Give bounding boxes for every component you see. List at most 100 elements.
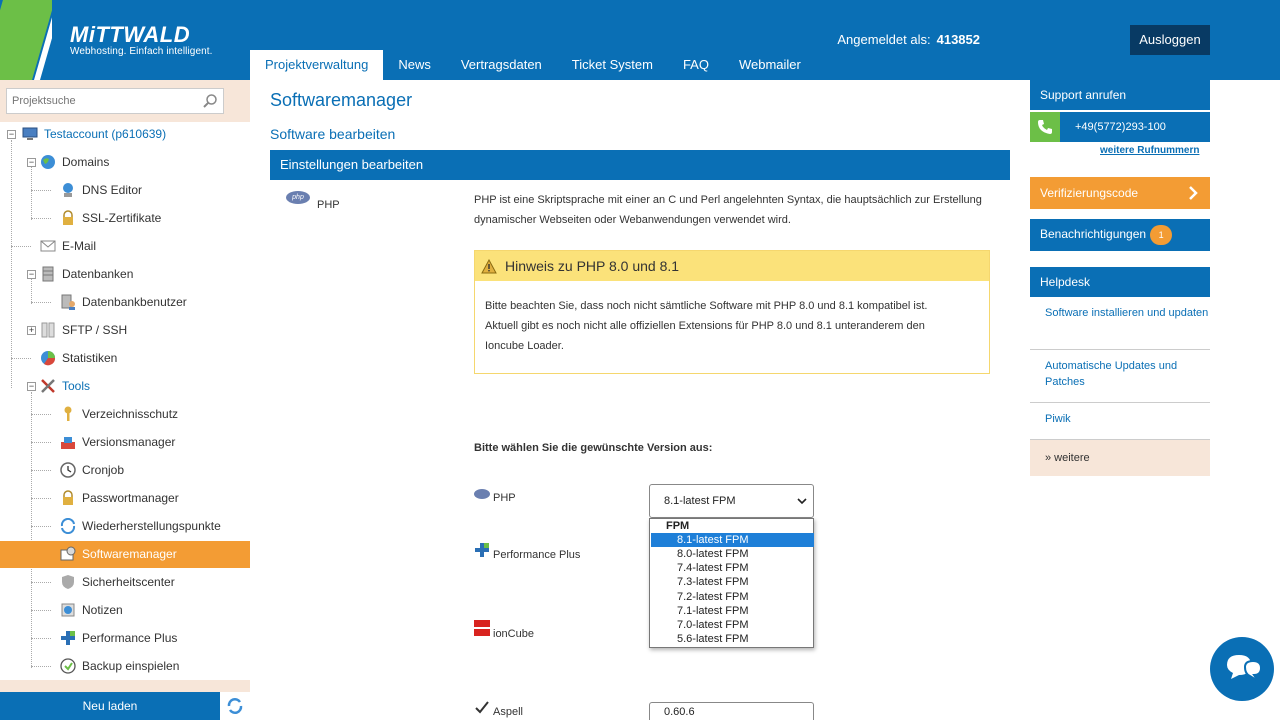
software-icon — [60, 546, 76, 561]
notice-title: Hinweis zu PHP 8.0 und 8.1 — [505, 258, 680, 274]
main-nav: Projektverwaltung News Vertragsdaten Tic… — [250, 50, 816, 80]
chevron-down-icon — [797, 498, 807, 505]
help-link-updates[interactable]: Automatische Updates und Patches — [1030, 358, 1210, 403]
database-user-icon — [61, 294, 75, 310]
chat-icon — [1227, 655, 1263, 682]
logout-button[interactable]: Ausloggen — [1130, 25, 1210, 55]
tree-notizen[interactable]: Notizen — [60, 596, 123, 624]
tree-passwortmanager[interactable]: Passwortmanager — [60, 484, 179, 512]
tree-sicherheitscenter[interactable]: Sicherheitscenter — [60, 568, 175, 596]
dropdown-option[interactable]: 7.1-latest FPM — [651, 604, 814, 618]
phone-icon — [1038, 120, 1052, 134]
tree-sftp[interactable]: SFTP / SSH — [40, 316, 127, 344]
tree-tools[interactable]: Tools — [40, 372, 90, 400]
verification-code-button[interactable]: Verifizierungscode — [1030, 177, 1210, 209]
notice-line-2: Aktuell gibt es noch nicht alle offiziel… — [485, 320, 925, 332]
tree-dns-editor[interactable]: DNS Editor — [60, 176, 142, 204]
tree-ssl[interactable]: SSL-Zertifikate — [60, 204, 161, 232]
reload-button[interactable]: Neu laden — [0, 692, 220, 720]
lock-icon — [63, 210, 73, 225]
collapse-datenbanken[interactable]: − — [27, 270, 36, 279]
nav-ticket-system[interactable]: Ticket System — [557, 50, 668, 80]
sidebar-footer-strip — [0, 680, 250, 692]
phone-icon-box — [1030, 112, 1060, 142]
help-link-piwik[interactable]: Piwik — [1030, 411, 1210, 440]
restore-icon — [60, 518, 76, 534]
tree-backup-einspielen[interactable]: Backup einspielen — [60, 652, 179, 680]
chat-widget[interactable] — [1210, 637, 1274, 701]
tree-testaccount[interactable]: Testaccount (p610639) — [22, 120, 166, 148]
notice-line-3: Ioncube Loader. — [485, 340, 564, 352]
tree-statistiken[interactable]: Statistiken — [40, 344, 117, 372]
key-icon — [64, 406, 72, 421]
dropdown-option[interactable]: 7.0-latest FPM — [651, 618, 814, 632]
tree-label: Notizen — [82, 603, 123, 617]
tree-cronjob[interactable]: Cronjob — [60, 456, 124, 484]
nav-projektverwaltung[interactable]: Projektverwaltung — [250, 50, 384, 80]
more-numbers-link[interactable]: weitere Rufnummern — [1100, 145, 1199, 156]
dropdown-option[interactable]: 5.6-latest FPM — [651, 632, 814, 646]
option-label: Performance Plus — [493, 549, 581, 561]
nav-faq[interactable]: FAQ — [668, 50, 724, 80]
backup-icon — [60, 658, 76, 674]
notifications-button[interactable]: Benachrichtigungen 1 — [1030, 219, 1210, 251]
tree-softwaremanager[interactable]: Softwaremanager — [60, 540, 177, 568]
performance-plus-icon — [61, 631, 75, 645]
software-description: PHP ist eine Skriptsprache mit einer an … — [474, 194, 982, 226]
performance-plus-small-icon — [475, 543, 489, 557]
dropdown-option[interactable]: 7.2-latest FPM — [651, 590, 814, 604]
collapse-tools[interactable]: − — [27, 382, 36, 391]
nav-vertragsdaten[interactable]: Vertragsdaten — [446, 50, 557, 80]
help-more-link[interactable]: » weitere — [1030, 440, 1210, 476]
logo-tagline: Webhosting. Einfach intelligent. — [70, 46, 213, 57]
notice-body: Bitte beachten Sie, dass noch nicht sämt… — [475, 281, 989, 371]
nav-news[interactable]: News — [383, 50, 446, 80]
php-small-icon — [474, 489, 490, 499]
option-php: PHP — [474, 489, 516, 504]
tree-email[interactable]: E-Mail — [40, 232, 96, 260]
aspell-icon — [475, 701, 489, 714]
tree-verzeichnisschutz[interactable]: Verzeichnisschutz — [60, 400, 178, 428]
support-phone[interactable]: +49(5772)293-100 — [1030, 112, 1210, 142]
search-icon[interactable] — [202, 93, 218, 109]
help-link-software[interactable]: Software installieren und updaten — [1030, 305, 1210, 350]
collapse-testaccount[interactable]: − — [7, 130, 16, 139]
globe-icon — [41, 155, 55, 169]
tree-performance-plus[interactable]: Performance Plus — [60, 624, 177, 652]
dropdown-option[interactable]: 7.3-latest FPM — [651, 575, 814, 589]
dropdown-option[interactable]: 7.4-latest FPM — [651, 561, 814, 575]
tree-label: Performance Plus — [82, 631, 178, 645]
warning-icon — [481, 258, 497, 273]
tree-datenbankbenutzer[interactable]: Datenbankbenutzer — [60, 288, 187, 316]
notifications-label: Benachrichtigungen — [1040, 227, 1147, 241]
server-icon — [41, 322, 55, 338]
padlock-icon — [63, 490, 73, 505]
tree-domains[interactable]: Domains — [40, 148, 109, 176]
tree-label: Backup einspielen — [82, 659, 180, 673]
tree-label: Testaccount (p610639) — [44, 127, 167, 141]
project-search-input[interactable] — [6, 88, 224, 114]
mittwald-logo[interactable]: MiTTWALD Webhosting. Einfach intelligent… — [70, 22, 213, 57]
expand-sftp[interactable]: + — [27, 326, 36, 335]
tree-versionsmanager[interactable]: Versionsmanager — [60, 428, 175, 456]
nav-webmailer[interactable]: Webmailer — [724, 50, 816, 80]
notice-line-1: Bitte beachten Sie, dass noch nicht sämt… — [485, 300, 928, 312]
php-notice: Hinweis zu PHP 8.0 und 8.1 Bitte beachte… — [474, 250, 990, 374]
tree-label: SFTP / SSH — [62, 323, 128, 337]
php-version-select[interactable]: 8.1-latest FPM — [649, 484, 814, 518]
collapse-domains[interactable]: − — [27, 158, 36, 167]
tree-label: Domains — [62, 155, 110, 169]
dropdown-option[interactable]: 8.0-latest FPM — [651, 547, 814, 561]
clock-icon — [60, 462, 76, 478]
tree-wiederherstellungspunkte[interactable]: Wiederherstellungspunkte — [60, 512, 221, 540]
support-header: Support anrufen — [1030, 80, 1210, 110]
refresh-icon[interactable] — [226, 697, 244, 715]
tree-datenbanken[interactable]: Datenbanken — [40, 260, 133, 288]
login-info: Angemeldet als: 413852 — [837, 32, 980, 47]
tree-label: Versionsmanager — [82, 435, 176, 449]
tree-label: SSL-Zertifikate — [82, 211, 162, 225]
aspell-version-select[interactable]: 0.60.6 — [649, 702, 814, 720]
pie-chart-icon — [41, 351, 56, 366]
tree-label: Statistiken — [62, 351, 118, 365]
dropdown-option[interactable]: 8.1-latest FPM — [651, 533, 814, 547]
